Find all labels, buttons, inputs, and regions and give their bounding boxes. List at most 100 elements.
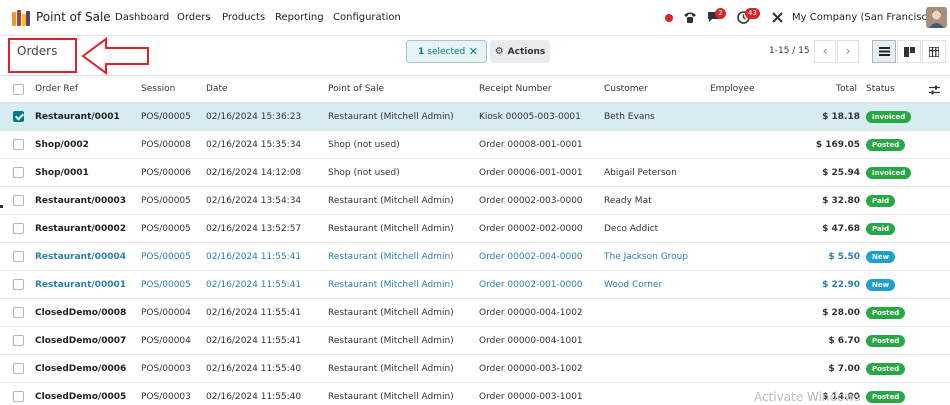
cell-order-ref[interactable]: ClosedDemo/0006	[35, 364, 126, 374]
cell-order-ref[interactable]: Restaurant/00002	[35, 224, 126, 234]
row-checkbox[interactable]	[13, 335, 24, 346]
cell-customer: The Jackson Group	[604, 252, 689, 262]
table-row[interactable]: ClosedDemo/0006 POS/00003 02/16/2024 11:55…	[0, 355, 950, 383]
col-session[interactable]: Session	[141, 84, 175, 94]
cell-total: $ 47.68	[822, 224, 860, 234]
stray-marker	[0, 205, 3, 208]
status-dot-icon[interactable]	[665, 14, 673, 22]
row-checkbox[interactable]	[13, 251, 24, 262]
clear-selection-icon[interactable]: ✕	[469, 46, 478, 57]
cell-order-ref[interactable]: ClosedDemo/0007	[35, 336, 126, 346]
table-row[interactable]: Restaurant/00004 POS/00005 02/16/2024 11:5…	[0, 243, 950, 271]
cell-point-of-sale: Shop (not used)	[328, 168, 400, 178]
cell-order-ref[interactable]: Restaurant/00004	[35, 252, 126, 262]
row-checkbox[interactable]	[13, 307, 24, 318]
pager-previous-button[interactable]: ‹	[814, 40, 836, 63]
gear-icon: ⚙	[494, 46, 504, 57]
cell-receipt-number: Kiosk 00005-003-0001	[479, 112, 581, 122]
cell-order-ref[interactable]: ClosedDemo/0008	[35, 308, 126, 318]
kanban-view-button[interactable]	[897, 40, 921, 63]
col-total[interactable]: Total	[836, 84, 857, 94]
row-checkbox[interactable]	[13, 167, 24, 178]
top-navbar: Point of Sale Dashboard Orders Products …	[0, 0, 950, 36]
cell-order-ref[interactable]: Shop/0002	[35, 140, 89, 150]
cell-session: POS/00003	[141, 364, 191, 374]
cell-total: $ 5.50	[828, 252, 860, 262]
menu-dashboard[interactable]: Dashboard	[115, 12, 169, 23]
cell-point-of-sale: Restaurant (Mitchell Admin)	[328, 112, 454, 122]
table-row[interactable]: Shop/0001 POS/00006 02/16/2024 14:12:08 Sho…	[0, 159, 950, 187]
cell-total: $ 7.00	[828, 364, 860, 374]
table-row[interactable]: Restaurant/00002 POS/00005 02/16/2024 13:5…	[0, 215, 950, 243]
cell-session: POS/00008	[141, 140, 191, 150]
col-point-of-sale[interactable]: Point of Sale	[328, 84, 384, 94]
row-checkbox[interactable]	[13, 363, 24, 374]
cell-date: 02/16/2024 11:55:41	[206, 308, 302, 318]
list-view-icon	[878, 47, 890, 56]
col-order-ref[interactable]: Order Ref	[35, 84, 78, 94]
table-row[interactable]: Restaurant/00003 POS/00005 02/16/2024 13:5…	[0, 187, 950, 215]
status-badge: Posted	[866, 335, 906, 347]
table-row[interactable]: Restaurant/0001 POS/00005 02/16/2024 15:36…	[0, 103, 950, 131]
cell-order-ref[interactable]: ClosedDemo/0005	[35, 392, 126, 402]
pivot-view-button[interactable]	[922, 40, 946, 63]
chevron-right-icon: ›	[845, 44, 851, 58]
row-checkbox[interactable]	[13, 279, 24, 290]
pager-value[interactable]: 1-15 / 15	[769, 46, 810, 56]
cell-session: POS/00005	[141, 196, 191, 206]
cell-total: $ 32.80	[822, 196, 860, 206]
company-switcher[interactable]: My Company (San Francisco)	[792, 12, 937, 23]
column-settings-icon[interactable]	[929, 85, 940, 95]
status-badge: New	[866, 251, 896, 263]
table-row[interactable]: ClosedDemo/0008 POS/00004 02/16/2024 11:55…	[0, 299, 950, 327]
pivot-view-icon	[929, 46, 939, 57]
cell-session: POS/00005	[141, 252, 191, 262]
pager-next-button[interactable]: ›	[837, 40, 859, 63]
cell-point-of-sale: Restaurant (Mitchell Admin)	[328, 392, 454, 402]
cell-order-ref[interactable]: Restaurant/00001	[35, 280, 126, 290]
col-customer[interactable]: Customer	[604, 84, 648, 94]
row-checkbox[interactable]	[13, 391, 24, 402]
activation-watermark: Activate Windows	[754, 390, 861, 404]
row-checkbox[interactable]	[13, 195, 24, 206]
menu-reporting[interactable]: Reporting	[275, 12, 324, 23]
col-status[interactable]: Status	[866, 84, 895, 94]
menu-configuration[interactable]: Configuration	[333, 12, 401, 23]
cell-date: 02/16/2024 11:55:41	[206, 280, 302, 290]
cell-total: $ 169.05	[815, 140, 860, 150]
cell-customer: Wood Corner	[604, 280, 663, 290]
cell-customer: Beth Evans	[604, 112, 655, 122]
row-checkbox[interactable]	[13, 223, 24, 234]
cell-date: 02/16/2024 15:36:23	[206, 112, 302, 122]
cell-receipt-number: Order 00000-003-1001	[479, 392, 583, 402]
table-row[interactable]: Restaurant/00001 POS/00005 02/16/2024 11:5…	[0, 271, 950, 299]
user-avatar[interactable]	[926, 7, 947, 28]
status-badge: Posted	[866, 307, 906, 319]
cell-order-ref[interactable]: Restaurant/0001	[35, 112, 120, 122]
status-badge: Paid	[866, 195, 896, 207]
cell-receipt-number: Order 00002-001-0000	[479, 280, 583, 290]
table-row[interactable]: Shop/0002 POS/00008 02/16/2024 15:35:34 Sho…	[0, 131, 950, 159]
app-title[interactable]: Point of Sale	[36, 10, 111, 24]
menu-orders[interactable]: Orders	[177, 12, 211, 23]
actions-button[interactable]: ⚙ Actions	[490, 40, 550, 63]
cell-session: POS/00005	[141, 280, 191, 290]
cell-order-ref[interactable]: Shop/0001	[35, 168, 89, 178]
cell-session: POS/00006	[141, 168, 191, 178]
cell-point-of-sale: Restaurant (Mitchell Admin)	[328, 308, 454, 318]
breadcrumb[interactable]: Orders	[17, 44, 57, 58]
row-checkbox[interactable]	[13, 111, 24, 122]
phone-icon[interactable]	[683, 10, 697, 24]
cell-session: POS/00003	[141, 392, 191, 402]
col-date[interactable]: Date	[206, 84, 228, 94]
row-checkbox[interactable]	[13, 139, 24, 150]
select-all-checkbox[interactable]	[13, 84, 24, 95]
pos-app-icon[interactable]	[12, 10, 30, 26]
list-view-button[interactable]	[872, 40, 896, 63]
col-receipt-number[interactable]: Receipt Number	[479, 84, 552, 94]
cell-order-ref[interactable]: Restaurant/00003	[35, 196, 126, 206]
col-employee[interactable]: Employee	[710, 84, 755, 94]
tools-icon[interactable]	[771, 11, 784, 24]
table-row[interactable]: ClosedDemo/0007 POS/00004 02/16/2024 11:55…	[0, 327, 950, 355]
menu-products[interactable]: Products	[222, 12, 265, 23]
